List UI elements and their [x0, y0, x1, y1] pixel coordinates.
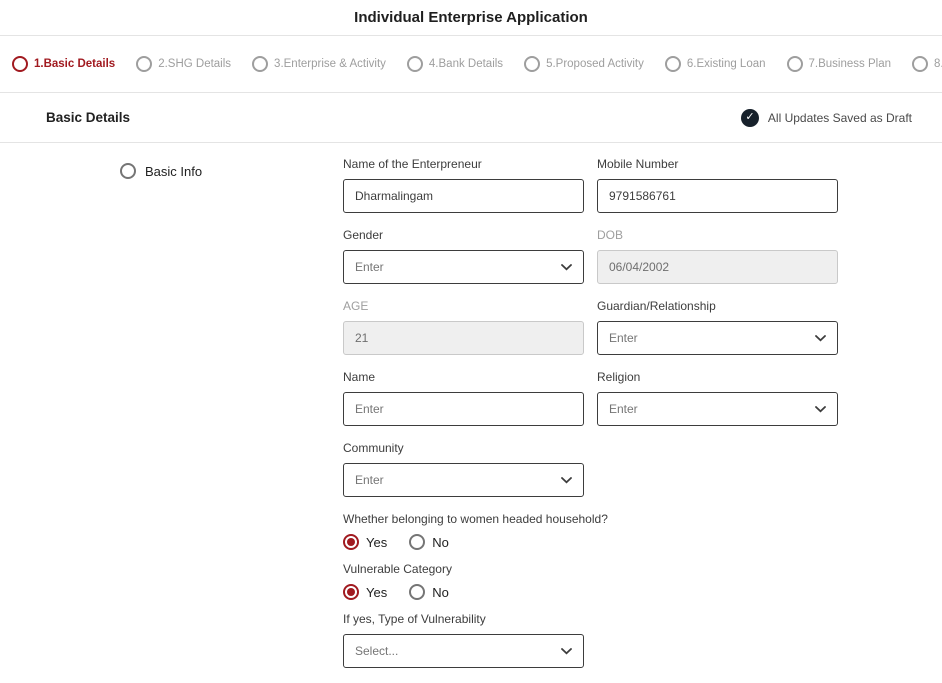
step-label: 2.SHG Details — [158, 58, 231, 70]
vulnerability-type-label: If yes, Type of Vulnerability — [343, 612, 584, 626]
step-circle-icon — [12, 56, 28, 72]
guardian-relationship-select[interactable]: Enter — [597, 321, 838, 355]
field-name: Name — [343, 370, 584, 426]
name-label: Name — [343, 370, 584, 384]
saved-status-text: All Updates Saved as Draft — [768, 111, 912, 125]
step-label: 8.Upload Document — [934, 58, 942, 70]
field-women-headed-household: Whether belonging to women headed househ… — [343, 512, 843, 550]
chevron-down-icon — [561, 477, 572, 484]
field-mobile-number: Mobile Number — [597, 157, 838, 213]
field-gender: Gender Enter — [343, 228, 584, 284]
field-religion: Religion Enter — [597, 370, 838, 426]
vulnerable-radio-group: Yes No — [343, 584, 843, 600]
entrepreneur-name-label: Name of the Enterpreneur — [343, 157, 584, 171]
basic-info-label: Basic Info — [145, 164, 202, 179]
dob-input — [597, 250, 838, 284]
stepper: 1.Basic Details 2.SHG Details 3.Enterpri… — [0, 36, 942, 93]
yes-label: Yes — [366, 535, 387, 550]
step-circle-icon — [136, 56, 152, 72]
step-label: 1.Basic Details — [34, 58, 115, 70]
age-label: AGE — [343, 299, 584, 313]
field-entrepreneur-name: Name of the Enterpreneur — [343, 157, 584, 213]
chevron-down-icon — [561, 648, 572, 655]
mobile-number-label: Mobile Number — [597, 157, 838, 171]
basic-details-form: Name of the Enterpreneur Mobile Number G… — [343, 157, 843, 683]
religion-label: Religion — [597, 370, 838, 384]
no-label: No — [432, 535, 449, 550]
name-input[interactable] — [343, 392, 584, 426]
step-circle-icon — [407, 56, 423, 72]
step-existing-loan[interactable]: 6.Existing Loan — [665, 56, 766, 72]
religion-select-value: Enter — [609, 402, 638, 416]
women-headed-household-label: Whether belonging to women headed househ… — [343, 512, 843, 526]
field-dob: DOB — [597, 228, 838, 284]
dob-label: DOB — [597, 228, 838, 242]
step-bank-details[interactable]: 4.Bank Details — [407, 56, 503, 72]
vulnerability-type-select[interactable]: Select... — [343, 634, 584, 668]
step-basic-details[interactable]: 1.Basic Details — [12, 56, 115, 72]
entrepreneur-name-input[interactable] — [343, 179, 584, 213]
field-vulnerable-category: Vulnerable Category Yes No — [343, 562, 843, 600]
guardian-relationship-select-value: Enter — [609, 331, 638, 345]
radio-selected-icon — [343, 534, 359, 550]
vulnerability-type-select-value: Select... — [355, 644, 398, 658]
gender-select[interactable]: Enter — [343, 250, 584, 284]
no-label: No — [432, 585, 449, 600]
community-select[interactable]: Enter — [343, 463, 584, 497]
mobile-number-input[interactable] — [597, 179, 838, 213]
step-upload-document[interactable]: 8.Upload Document — [912, 56, 942, 72]
content: Basic Info Name of the Enterpreneur Mobi… — [0, 143, 942, 683]
app-header: Individual Enterprise Application — [0, 0, 942, 36]
radio-icon — [120, 163, 136, 179]
step-circle-icon — [524, 56, 540, 72]
chevron-down-icon — [815, 406, 826, 413]
vulnerable-no-radio[interactable]: No — [409, 584, 449, 600]
chevron-down-icon — [561, 264, 572, 271]
radio-icon — [409, 584, 425, 600]
step-label: 5.Proposed Activity — [546, 58, 644, 70]
women-headed-radio-group: Yes No — [343, 534, 843, 550]
yes-label: Yes — [366, 585, 387, 600]
left-pane: Basic Info — [0, 157, 343, 683]
step-shg-details[interactable]: 2.SHG Details — [136, 56, 231, 72]
section-bar: Basic Details ✓ All Updates Saved as Dra… — [0, 93, 942, 143]
gender-select-value: Enter — [355, 260, 384, 274]
vulnerable-yes-radio[interactable]: Yes — [343, 584, 387, 600]
basic-info-radio[interactable]: Basic Info — [120, 163, 343, 179]
chevron-down-icon — [815, 335, 826, 342]
field-spacer — [597, 441, 838, 497]
check-icon: ✓ — [741, 109, 759, 127]
step-proposed-activity[interactable]: 5.Proposed Activity — [524, 56, 644, 72]
radio-selected-icon — [343, 584, 359, 600]
step-circle-icon — [912, 56, 928, 72]
step-circle-icon — [665, 56, 681, 72]
community-label: Community — [343, 441, 584, 455]
step-business-plan[interactable]: 7.Business Plan — [787, 56, 891, 72]
gender-label: Gender — [343, 228, 584, 242]
age-input — [343, 321, 584, 355]
radio-icon — [409, 534, 425, 550]
women-headed-no-radio[interactable]: No — [409, 534, 449, 550]
saved-status: ✓ All Updates Saved as Draft — [741, 109, 912, 127]
page-title: Individual Enterprise Application — [354, 9, 588, 26]
field-vulnerability-type: If yes, Type of Vulnerability Select... — [343, 612, 584, 668]
step-circle-icon — [787, 56, 803, 72]
field-guardian-relationship: Guardian/Relationship Enter — [597, 299, 838, 355]
step-circle-icon — [252, 56, 268, 72]
step-label: 7.Business Plan — [809, 58, 891, 70]
community-select-value: Enter — [355, 473, 384, 487]
step-enterprise-activity[interactable]: 3.Enterprise & Activity — [252, 56, 386, 72]
field-community: Community Enter — [343, 441, 584, 497]
guardian-relationship-label: Guardian/Relationship — [597, 299, 838, 313]
section-title: Basic Details — [46, 110, 130, 125]
step-label: 4.Bank Details — [429, 58, 503, 70]
vulnerable-category-label: Vulnerable Category — [343, 562, 843, 576]
field-age: AGE — [343, 299, 584, 355]
religion-select[interactable]: Enter — [597, 392, 838, 426]
women-headed-yes-radio[interactable]: Yes — [343, 534, 387, 550]
step-label: 3.Enterprise & Activity — [274, 58, 386, 70]
step-label: 6.Existing Loan — [687, 58, 766, 70]
